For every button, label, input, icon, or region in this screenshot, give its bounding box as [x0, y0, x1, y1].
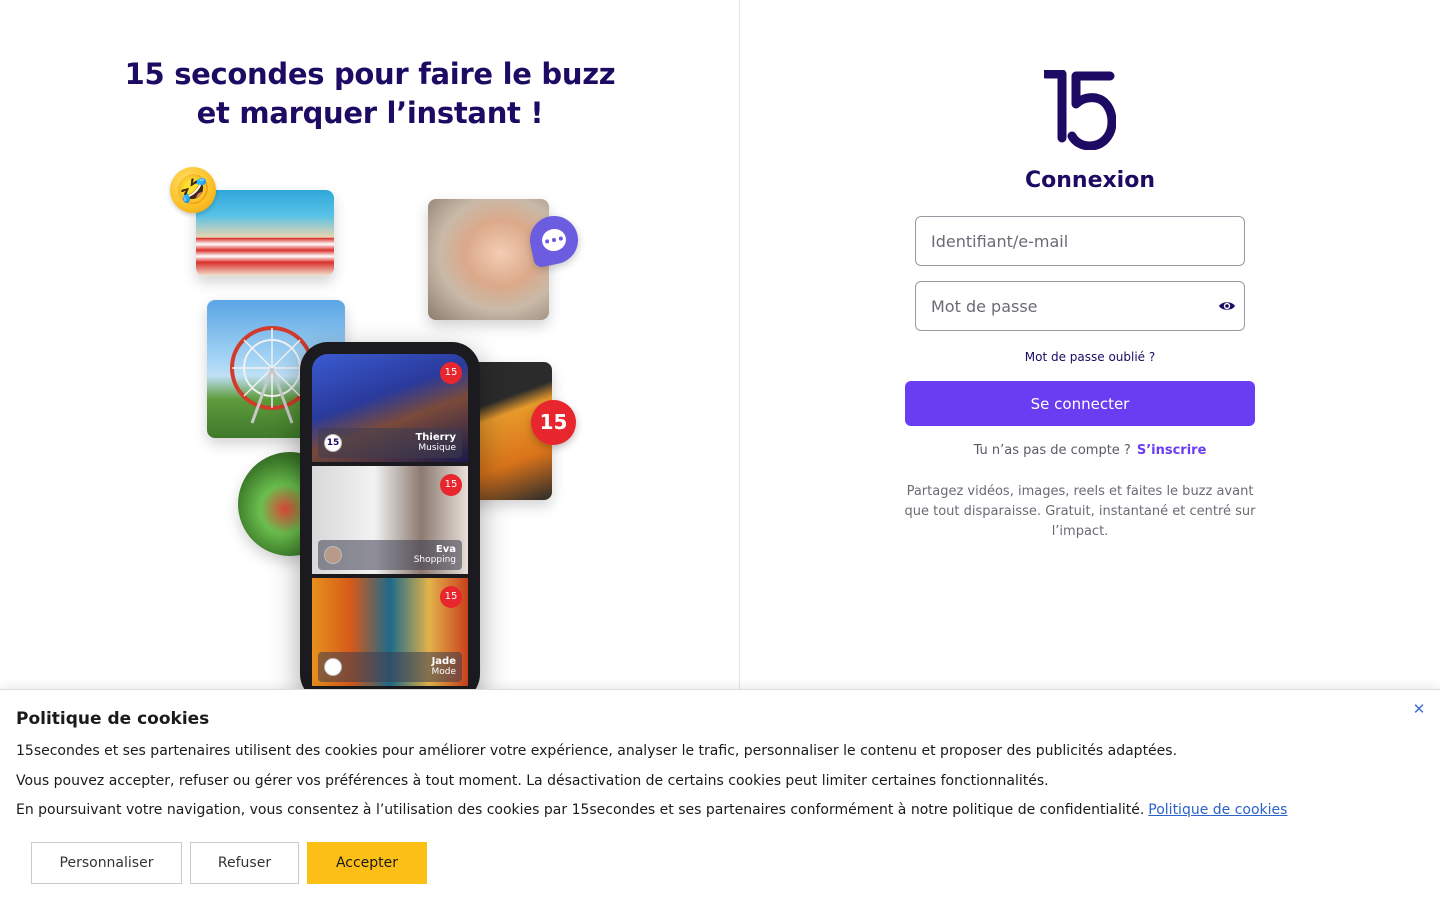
cookie-text-3: En poursuivant votre navigation, vous co… [16, 802, 1145, 818]
login-page: 15 secondes pour faire le buzz et marque… [0, 0, 1440, 900]
card-category: Shopping [413, 555, 456, 565]
login-button[interactable]: Se connecter [905, 381, 1255, 426]
hero-title-line2: et marquer l’instant ! [196, 96, 544, 130]
feed-card: 15 15 Thierry Musique [312, 354, 468, 462]
card-info-bar: Jade Mode [318, 652, 462, 682]
15-logo-icon [1044, 70, 1116, 150]
phone-screen: 15 15 Thierry Musique 15 Eva Shopping 15… [312, 354, 468, 702]
cookie-title: Politique de cookies [16, 709, 210, 729]
hero-title: 15 secondes pour faire le buzz et marque… [0, 55, 740, 133]
accept-button[interactable]: Accepter [307, 842, 427, 884]
card-info-bar: Eva Shopping [318, 540, 462, 570]
card-badge: 15 [440, 474, 462, 496]
no-account-text: Tu n’as pas de compte ? [973, 443, 1131, 458]
makeup-photo [428, 199, 549, 320]
card-user-name: Jade [431, 656, 456, 667]
cookie-text-3-row: En poursuivant votre navigation, vous co… [16, 802, 1287, 818]
password-input[interactable] [915, 281, 1245, 331]
cookie-banner: Politique de cookies ✕ 15secondes et ses… [0, 689, 1440, 900]
card-badge: 15 [440, 586, 462, 608]
cookie-policy-link[interactable]: Politique de cookies [1148, 802, 1287, 818]
forgot-password-link[interactable]: Mot de passe oublié ? [740, 350, 1440, 364]
signup-row: Tu n’as pas de compte ? S’inscrire [740, 443, 1440, 458]
avatar: 15 [324, 434, 342, 452]
feed-card: 15 Jade Mode [312, 578, 468, 686]
card-user-name: Thierry [415, 432, 456, 443]
login-title: Connexion [1024, 168, 1155, 193]
brand-badge-icon: 15 [531, 400, 576, 445]
close-icon[interactable]: ✕ [1411, 701, 1427, 717]
dogs-beach-photo [196, 190, 334, 276]
eye-icon[interactable] [1218, 298, 1236, 314]
customize-button[interactable]: Personnaliser [31, 842, 182, 884]
card-user-name: Eva [435, 544, 456, 555]
card-badge: 15 [440, 362, 462, 384]
feed-card: 15 Eva Shopping [312, 466, 468, 574]
signup-link[interactable]: S’inscrire [1137, 443, 1207, 458]
card-info-bar: 15 Thierry Musique [318, 428, 462, 458]
refuse-button[interactable]: Refuser [190, 842, 299, 884]
phone-mockup: 15 15 Thierry Musique 15 Eva Shopping 15… [300, 342, 480, 702]
hero-title-line1: 15 secondes pour faire le buzz [124, 57, 616, 91]
avatar [324, 658, 342, 676]
login-input[interactable] [915, 216, 1245, 266]
tagline: Partagez vidéos, images, reels et faites… [904, 484, 1256, 539]
card-category: Musique [418, 443, 456, 453]
cookie-text-1: 15secondes et ses partenaires utilisent … [16, 743, 1178, 759]
cookie-text-2: Vous pouvez accepter, refuser ou gérer v… [16, 773, 1049, 789]
card-category: Mode [431, 667, 456, 677]
laughing-emoji-icon: 🤣 [170, 167, 216, 213]
avatar [324, 546, 342, 564]
